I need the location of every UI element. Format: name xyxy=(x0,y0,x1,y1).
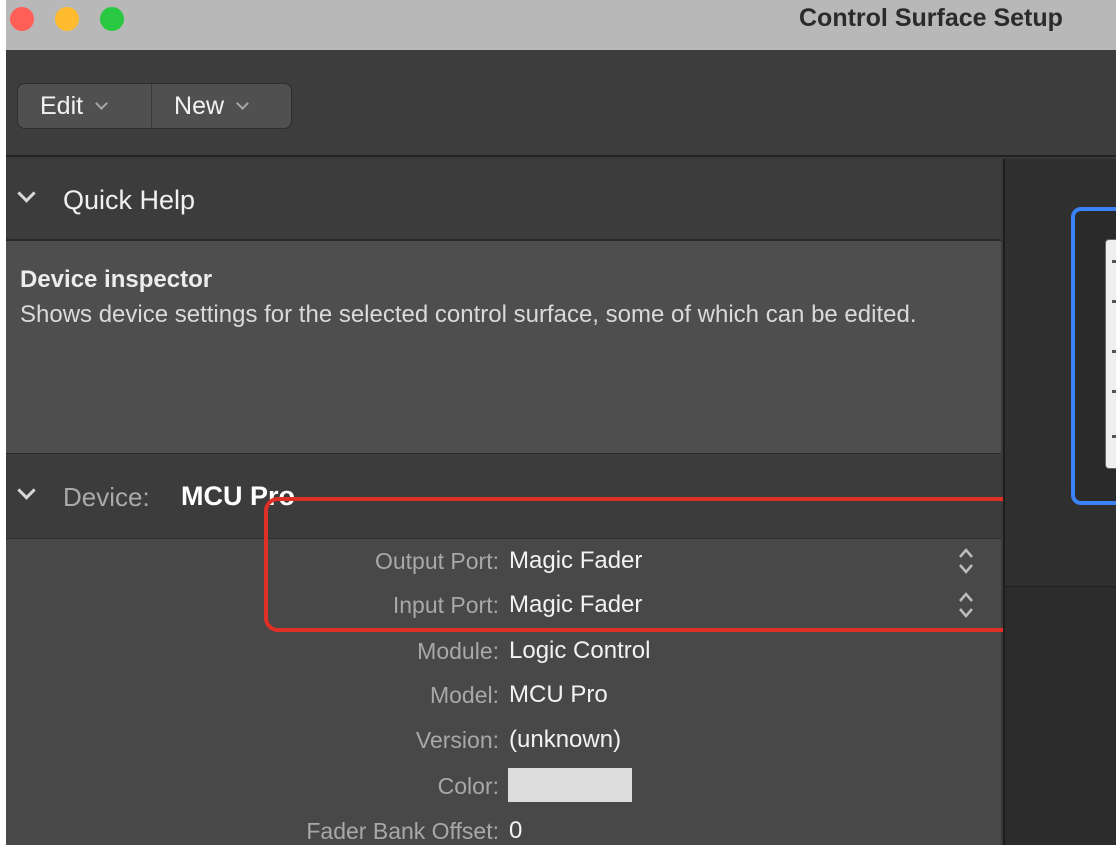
quick-help-title: Quick Help xyxy=(63,185,196,215)
quick-help-content: Device inspector Shows device settings f… xyxy=(6,241,1001,453)
close-window-button[interactable] xyxy=(10,7,34,31)
device-canvas-area xyxy=(1005,159,1116,587)
fader-bank-offset-value[interactable]: 0 xyxy=(509,817,522,845)
new-menu-button[interactable]: New xyxy=(152,84,291,128)
fader-bank-offset-label: Fader Bank Offset: xyxy=(306,818,499,844)
minimize-window-button[interactable] xyxy=(55,7,79,31)
help-heading: Device inspector xyxy=(20,266,213,293)
model-row: Model: MCU Pro xyxy=(6,673,1001,717)
control-surface-setup-window: Control Surface Setup Edit New Quick Hel… xyxy=(6,0,1116,845)
fader-bank-offset-row: Fader Bank Offset: 0 xyxy=(6,809,1001,845)
model-label: Model: xyxy=(429,682,499,708)
device-header-label: Device: xyxy=(63,482,150,512)
edit-menu-label: Edit xyxy=(40,91,84,120)
version-value: (unknown) xyxy=(509,726,622,753)
help-description: Shows device settings for the selected c… xyxy=(20,301,917,328)
new-menu-label: New xyxy=(174,91,225,120)
color-label: Color: xyxy=(437,773,499,799)
window-title: Control Surface Setup xyxy=(799,4,1063,32)
module-label: Module: xyxy=(417,638,499,664)
title-bar: Control Surface Setup xyxy=(6,0,1116,50)
model-value: MCU Pro xyxy=(509,681,608,708)
quick-help-header[interactable]: Quick Help xyxy=(6,159,1001,241)
color-swatch[interactable] xyxy=(508,768,632,802)
mcu-pro-device-icon xyxy=(1105,239,1116,469)
device-canvas-panel xyxy=(1003,159,1116,845)
selected-device-card[interactable] xyxy=(1071,207,1116,505)
toolbar: Edit New xyxy=(6,50,1116,157)
chevron-down-icon xyxy=(236,96,249,110)
disclosure-chevron-icon xyxy=(17,481,36,500)
module-row: Module: Logic Control xyxy=(6,629,1001,673)
version-label: Version: xyxy=(415,727,499,753)
edit-menu-button[interactable]: Edit xyxy=(18,84,153,128)
color-row: Color: xyxy=(6,764,1001,808)
chevron-down-icon xyxy=(95,96,108,110)
annotation-highlight-box xyxy=(264,497,1019,632)
zoom-window-button[interactable] xyxy=(100,7,124,31)
version-row: Version: (unknown) xyxy=(6,718,1001,762)
disclosure-chevron-icon xyxy=(17,184,36,203)
toolbar-menu-group: Edit New xyxy=(17,83,292,129)
module-value: Logic Control xyxy=(509,637,651,664)
